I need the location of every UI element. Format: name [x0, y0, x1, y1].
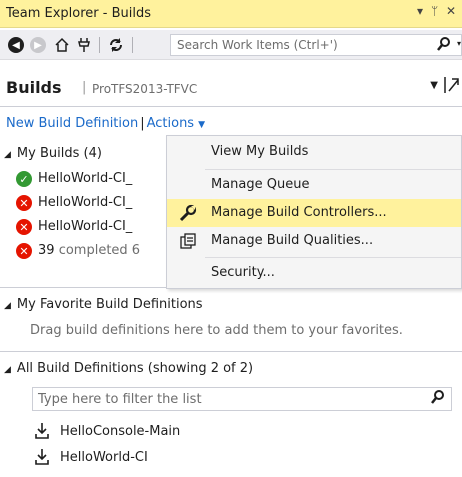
success-icon: ✓: [16, 171, 32, 187]
menu-item-security[interactable]: Security...: [167, 259, 461, 287]
filter-placeholder: Type here to filter the list: [38, 392, 202, 407]
build-definition-icon: [34, 448, 50, 466]
actions-menu: View My Builds Manage Queue Manage Build…: [166, 135, 462, 289]
toolbar-separator: [132, 37, 133, 53]
build-definition-icon: [34, 422, 50, 440]
actions-caret-icon[interactable]: ▼: [198, 120, 205, 130]
menu-item-manage-build-controllers[interactable]: Manage Build Controllers...: [167, 199, 461, 227]
toolbar-separator: [99, 37, 100, 53]
failure-icon: ✕: [16, 243, 32, 259]
menu-separator: [205, 169, 461, 170]
menu-item-label: Manage Queue: [211, 177, 310, 192]
connect-icon[interactable]: [74, 35, 94, 55]
menu-item-label: Manage Build Controllers...: [211, 205, 387, 220]
section-divider: [0, 351, 462, 352]
page-title[interactable]: Builds: [6, 78, 62, 97]
menu-item-label: View My Builds: [211, 144, 309, 159]
menu-item-manage-queue[interactable]: Manage Queue: [167, 171, 461, 199]
all-definitions-header[interactable]: ◢ All Build Definitions (showing 2 of 2): [4, 361, 253, 376]
menu-separator: [205, 257, 461, 258]
forward-icon[interactable]: ▶: [30, 37, 46, 53]
menu-item-label: Manage Build Qualities...: [211, 233, 374, 248]
build-name[interactable]: HelloWorld-CI_: [38, 219, 132, 234]
favorites-title: My Favorite Build Definitions: [16, 297, 203, 312]
search-placeholder: Search Work Items (Ctrl+'): [177, 38, 338, 52]
window-dropdown-icon[interactable]: ▾: [417, 4, 423, 18]
menu-item-manage-build-qualities[interactable]: Manage Build Qualities...: [167, 227, 461, 255]
build-definition-name[interactable]: HelloWorld-CI: [60, 450, 148, 465]
back-icon[interactable]: ◀: [8, 37, 24, 53]
window-title: Team Explorer - Builds: [6, 6, 151, 21]
link-divider: |: [140, 116, 145, 131]
collapse-triangle-icon[interactable]: ◢: [4, 365, 11, 375]
qualities-icon: [179, 232, 197, 250]
pin-icon[interactable]: ᛘ: [431, 4, 438, 18]
actions-link[interactable]: Actions: [147, 116, 195, 131]
page-header: Builds | ProTFS2013-TFVC ▼: [0, 74, 462, 102]
refresh-icon[interactable]: [106, 35, 126, 55]
failure-icon: ✕: [16, 219, 32, 235]
action-links: New Build Definition | Actions ▼: [6, 116, 205, 131]
new-build-definition-link[interactable]: New Build Definition: [6, 116, 138, 131]
favorites-header[interactable]: ◢ My Favorite Build Definitions: [4, 297, 203, 312]
menu-item-view-my-builds[interactable]: View My Builds: [167, 138, 461, 166]
toolbar: ◀ ▶ Search Work Items (Ctrl+') ▾: [0, 30, 462, 60]
home-icon[interactable]: [52, 35, 72, 55]
collapse-triangle-icon[interactable]: ◢: [4, 301, 11, 311]
search-icon[interactable]: [437, 36, 451, 58]
header-divider: [0, 106, 462, 107]
search-work-items-input[interactable]: Search Work Items (Ctrl+') ▾: [170, 34, 462, 56]
collapse-triangle-icon[interactable]: ◢: [4, 150, 11, 160]
page-dropdown-icon[interactable]: ▼: [430, 80, 438, 91]
filter-definitions-input[interactable]: Type here to filter the list: [32, 387, 452, 411]
completed-text: completed 6: [58, 243, 141, 258]
server-name: ProTFS2013-TFVC: [92, 82, 198, 96]
search-icon[interactable]: [431, 389, 445, 411]
failure-icon: ✕: [16, 195, 32, 211]
build-name[interactable]: HelloWorld-CI_: [38, 171, 132, 186]
build-name[interactable]: HelloWorld-CI_: [38, 195, 132, 210]
wrench-icon: [179, 204, 197, 222]
favorites-hint: Drag build definitions here to add them …: [30, 323, 403, 338]
search-dropdown-icon[interactable]: ▾: [457, 39, 461, 48]
navigate-icon[interactable]: [444, 76, 460, 96]
my-builds-title: My Builds (4): [16, 146, 102, 161]
window-title-bar: Team Explorer - Builds ▾ ᛘ ✕: [0, 0, 462, 28]
my-builds-header[interactable]: ◢ My Builds (4): [4, 146, 102, 161]
title-divider: |: [82, 80, 87, 95]
build-definition-name[interactable]: HelloConsole-Main: [60, 424, 180, 439]
close-icon[interactable]: ✕: [446, 4, 456, 18]
menu-item-label: Security...: [211, 265, 275, 280]
completed-count: 39: [38, 243, 55, 258]
all-definitions-title: All Build Definitions (showing 2 of 2): [16, 361, 254, 376]
